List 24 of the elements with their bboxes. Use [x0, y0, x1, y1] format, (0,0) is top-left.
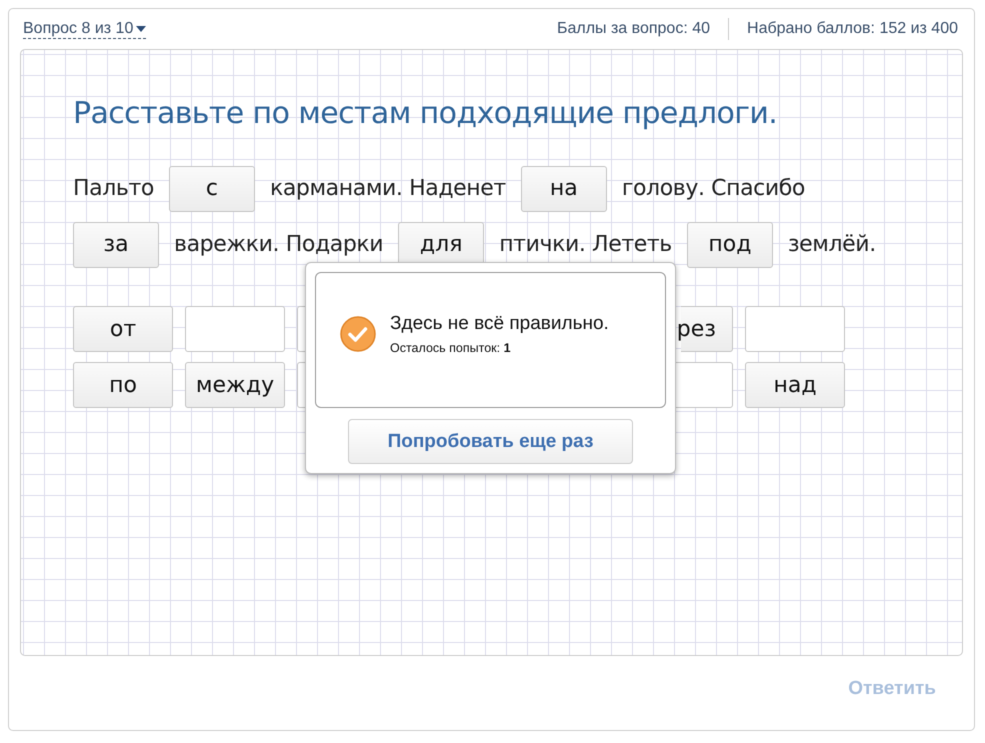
word-tile[interactable]: между	[185, 362, 285, 408]
total-points: Набрано баллов: 152 из 400	[747, 20, 958, 38]
sentence-text: карманами. Наденет	[270, 176, 506, 201]
sentence-text: голову. Спасибо	[622, 176, 805, 201]
answer-slot[interactable]: под	[686, 222, 773, 268]
sentence-text: землёй.	[788, 232, 876, 257]
word-tile[interactable]: над	[745, 362, 845, 408]
try-again-button[interactable]: Попробовать еще раз	[348, 419, 633, 464]
sentence-text: птички. Лететь	[499, 232, 672, 257]
word-tile[interactable]: рез	[681, 306, 733, 352]
sentence-text: Пальто	[73, 176, 154, 201]
check-icon	[340, 316, 376, 352]
question-picker[interactable]: Вопрос 8 из 10	[23, 20, 146, 38]
word-tile[interactable]: по	[73, 362, 173, 408]
answer-slot[interactable]: за	[73, 222, 159, 268]
word-tile[interactable]: от	[73, 306, 173, 352]
sentence-text: варежки. Подарки	[174, 232, 384, 257]
caret-icon	[136, 26, 146, 32]
task-title: Расставьте по местам подходящие предлоги.	[73, 96, 778, 131]
answer-slot[interactable]: на	[520, 166, 607, 212]
result-message: Здесь не всё правильно.	[390, 313, 609, 335]
answer-slot[interactable]: с	[168, 166, 255, 212]
attempts-left-text: Осталось попыток: 1	[390, 341, 512, 355]
points-for-question: Баллы за вопрос: 40	[556, 20, 710, 38]
